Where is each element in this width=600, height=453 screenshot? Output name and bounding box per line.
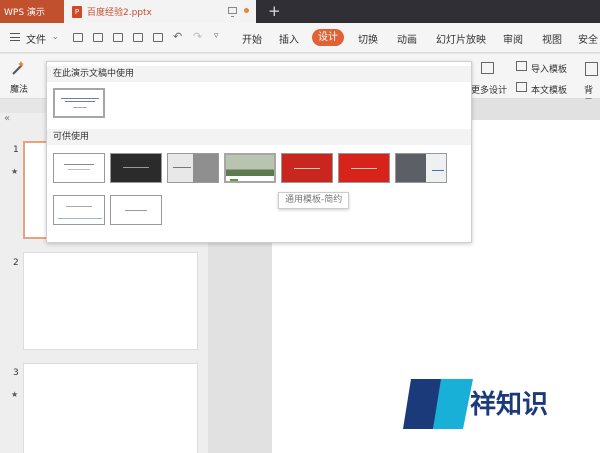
template-decoration <box>66 206 92 207</box>
hamburger-menu-icon[interactable] <box>10 33 20 41</box>
template-option[interactable] <box>395 153 447 183</box>
import-template-button[interactable]: 导入模板 <box>531 62 567 75</box>
menu-bar: 文件 ⌄ ↶ ↷ ▿ 开始 插入 设计 切换 动画 幻灯片放映 审阅 视图 安全 <box>0 23 600 53</box>
template-option[interactable] <box>338 153 390 183</box>
redo-icon[interactable]: ↷ <box>193 30 202 43</box>
background-icon <box>585 62 598 76</box>
quick-access-more-icon[interactable]: ▿ <box>214 31 219 41</box>
slide-number: 3 <box>13 368 19 378</box>
template-decoration <box>65 101 95 102</box>
watermark-text: 祥知识 <box>470 390 549 420</box>
template-decoration <box>230 179 238 181</box>
slide-thumbnail-3[interactable] <box>23 363 198 453</box>
tab-transition[interactable]: 切换 <box>358 31 378 46</box>
template-decoration <box>61 98 99 99</box>
export-pdf-icon[interactable] <box>113 33 123 42</box>
file-menu[interactable]: 文件 <box>26 31 46 46</box>
slide-number: 1 <box>13 145 19 155</box>
import-template-icon <box>516 61 527 71</box>
magic-wand-icon <box>12 61 24 75</box>
open-folder-icon[interactable] <box>73 33 83 42</box>
this-doc-template-icon <box>516 82 527 92</box>
template-decoration <box>68 169 90 170</box>
template-decoration <box>125 210 147 211</box>
tab-slideshow[interactable]: 幻灯片放映 <box>436 31 486 46</box>
design-template-dropdown: 在此演示文稿中使用 可供使用 <box>46 61 472 243</box>
ppt-file-icon: P <box>72 5 82 18</box>
collapse-pane-icon[interactable]: « <box>4 113 10 124</box>
tab-insert[interactable]: 插入 <box>279 31 299 46</box>
document-tab[interactable]: P 百度经验2.pptx <box>64 0 256 23</box>
undo-icon[interactable]: ↶ <box>173 30 182 43</box>
print-preview-icon[interactable] <box>153 33 163 42</box>
tab-security[interactable]: 安全 <box>578 31 598 46</box>
document-name: 百度经验2.pptx <box>87 8 152 18</box>
template-decoration <box>294 168 320 169</box>
layout-grid-icon <box>481 62 494 74</box>
print-icon[interactable] <box>133 33 143 42</box>
star-icon: ★ <box>11 167 19 176</box>
slide-number: 2 <box>13 258 19 268</box>
this-doc-template-button[interactable]: 本文模板 <box>531 83 567 96</box>
template-decoration <box>58 218 102 219</box>
more-design-button[interactable]: 更多设计 <box>471 83 507 96</box>
monitor-icon[interactable] <box>228 7 237 17</box>
template-decoration <box>432 170 444 171</box>
title-bar: WPS 演示 P 百度经验2.pptx + <box>0 0 600 23</box>
template-decoration <box>64 164 94 165</box>
template-decoration <box>73 107 87 108</box>
template-decoration <box>123 167 149 168</box>
template-current[interactable] <box>53 88 105 118</box>
template-decoration <box>351 168 377 169</box>
template-option-hovered[interactable] <box>224 153 276 183</box>
tab-view[interactable]: 视图 <box>542 31 562 46</box>
unsaved-dot-icon <box>244 8 249 13</box>
app-name: WPS 演示 <box>4 8 45 18</box>
tab-review[interactable]: 审阅 <box>503 31 523 46</box>
template-tooltip: 通用模板-简约 <box>278 192 350 209</box>
tab-start[interactable]: 开始 <box>242 31 262 46</box>
magic-button[interactable]: 魔法 <box>10 82 28 95</box>
in-use-section-header: 在此演示文稿中使用 <box>47 66 471 82</box>
app-tab[interactable]: WPS 演示 <box>0 0 64 23</box>
watermark-logo-icon <box>403 379 473 429</box>
template-option[interactable] <box>110 153 162 183</box>
chevron-down-icon[interactable]: ⌄ <box>52 32 59 41</box>
available-section-header: 可供使用 <box>47 129 471 145</box>
star-icon: ★ <box>11 390 19 399</box>
template-option[interactable] <box>53 153 105 183</box>
template-option[interactable] <box>53 195 105 225</box>
slide-thumbnail-2[interactable] <box>23 252 198 350</box>
save-icon[interactable] <box>93 33 103 42</box>
template-option[interactable] <box>281 153 333 183</box>
template-option[interactable] <box>167 153 219 183</box>
tab-animation[interactable]: 动画 <box>397 31 417 46</box>
template-option[interactable] <box>110 195 162 225</box>
template-decoration <box>173 167 191 168</box>
new-tab-plus-icon[interactable]: + <box>268 1 281 21</box>
tab-design[interactable]: 设计 <box>312 29 344 46</box>
